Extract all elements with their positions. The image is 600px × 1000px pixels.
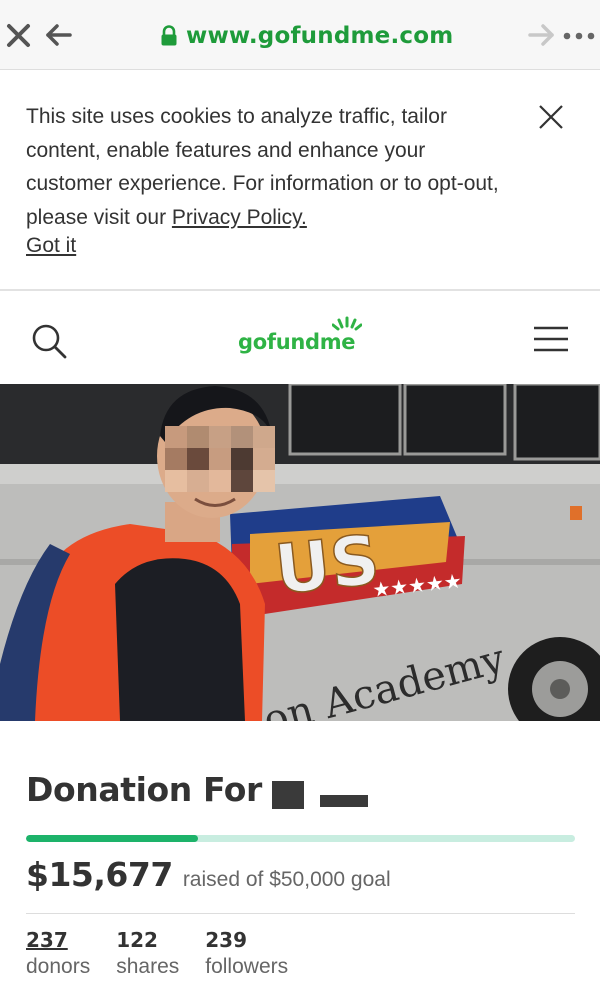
logo-text: gofundme [238,330,356,354]
url-bar[interactable]: www.gofundme.com [160,20,453,52]
forward-arrow-icon[interactable] [526,20,556,50]
stat-followers-value: 239 [205,928,247,952]
cookie-banner: This site uses cookies to analyze traffi… [0,70,600,291]
progress-fill [26,835,199,842]
site-header: gofundme [0,292,600,384]
back-arrow-icon[interactable] [44,20,74,50]
raised-goal-text: raised of $50,000 goal [182,868,391,891]
stat-shares-label: shares [116,955,180,978]
more-icon[interactable] [562,32,600,40]
campaign-stats: 237 donors 122 shares 239 followers [26,927,288,980]
stat-donors-value[interactable]: 237 [26,927,90,953]
privacy-policy-link[interactable]: Privacy Policy. [172,206,307,229]
campaign-photo[interactable]: US ★★★★★ on Academy [0,384,600,721]
raised-summary: $15,677 raised of $50,000 goal [26,855,391,894]
close-icon[interactable] [6,20,34,50]
menu-icon[interactable] [532,324,570,354]
redacted-name-block [320,795,368,807]
got-it-link[interactable]: Got it [26,234,76,258]
stat-shares-value: 122 [116,928,158,952]
bus-logo-text: US [271,521,383,610]
progress-bar [26,835,575,842]
lock-icon [161,25,177,46]
campaign-photo-illustration: US ★★★★★ on Academy [0,384,600,721]
search-icon[interactable] [30,322,70,362]
redacted-name-block [272,781,304,809]
gofundme-logo[interactable]: gofundme [236,316,368,358]
browser-bar: www.gofundme.com [0,0,600,70]
stat-shares: 122 shares [116,927,179,980]
stat-followers-label: followers [205,955,289,978]
campaign-title: Donation For [26,770,262,809]
url-text: www.gofundme.com [186,23,454,49]
stat-followers: 239 followers [205,927,288,980]
stat-donors[interactable]: 237 donors [26,927,90,980]
cookie-message: This site uses cookies to analyze traffi… [26,100,506,234]
stat-donors-label: donors [26,955,91,978]
divider [26,913,575,914]
raised-amount: $15,677 [26,855,173,894]
close-cookie-icon[interactable] [536,102,566,132]
